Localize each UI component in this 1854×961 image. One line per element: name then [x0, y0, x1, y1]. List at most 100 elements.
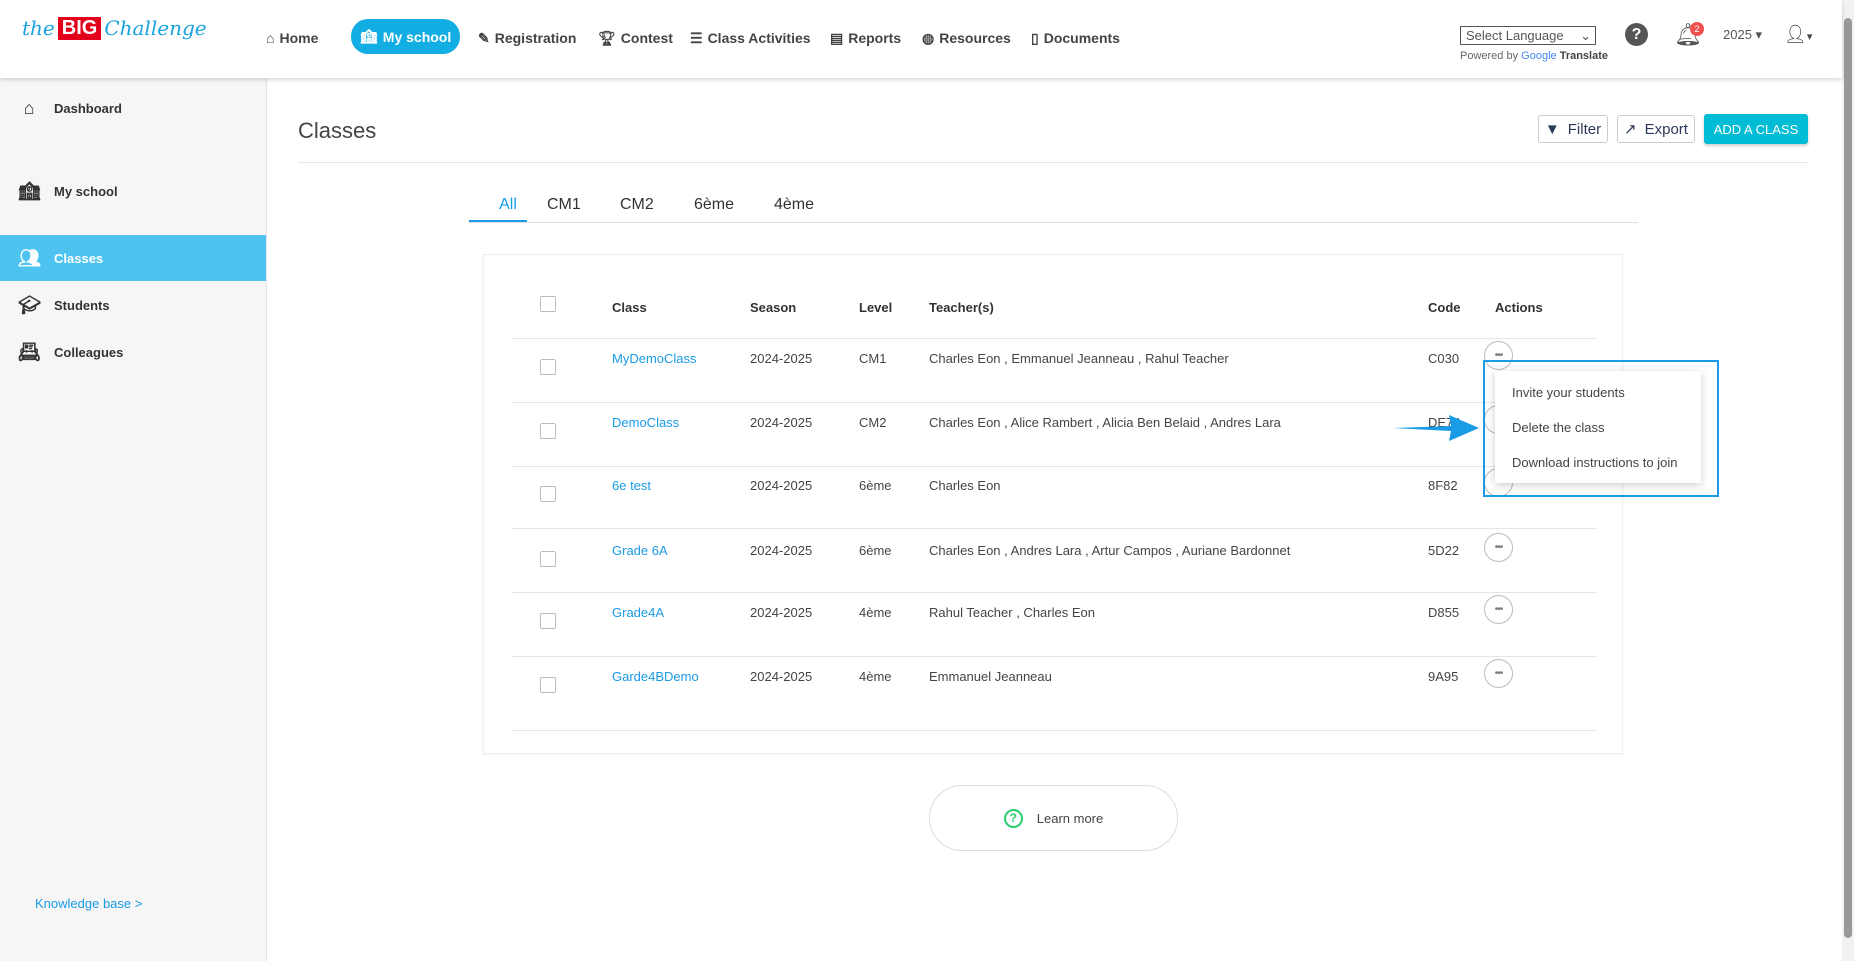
edit-icon: ✎: [478, 29, 490, 46]
level-cell: CM1: [859, 351, 887, 366]
arrow-annotation-icon: [1393, 415, 1479, 441]
code-cell: C030: [1428, 351, 1460, 366]
tab-all[interactable]: All: [488, 196, 528, 214]
row-divider: [511, 730, 1597, 731]
level-cell: CM2: [859, 415, 887, 430]
nav-my-school[interactable]: 🏫︎ My school: [351, 19, 461, 54]
row-divider: [511, 592, 1597, 593]
class-link[interactable]: 6e test: [612, 478, 651, 493]
row-checkbox[interactable]: [540, 423, 556, 439]
globe-icon: ◍: [922, 29, 935, 46]
sidebar: ⌂ Dashboard 🏫︎ My school 👥︎ Classes 🎓︎ Stude…: [0, 78, 267, 961]
tab-cm2[interactable]: CM2: [620, 196, 654, 214]
row-divider: [511, 402, 1597, 403]
season-cell: 2024-2025: [750, 605, 813, 620]
teachers-cell: Emmanuel Jeanneau: [929, 669, 1052, 684]
sidebar-item-colleagues[interactable]: 📇︎ Colleagues: [0, 329, 266, 375]
list-icon: ☰: [690, 29, 703, 46]
knowledge-base-link[interactable]: Knowledge base >: [35, 896, 142, 911]
school-icon: 🏫︎: [18, 180, 41, 201]
teachers-cell: Charles Eon: [929, 478, 1001, 493]
actions-button[interactable]: •••: [1484, 533, 1513, 562]
sidebar-item-dashboard[interactable]: ⌂ Dashboard: [0, 85, 266, 131]
home-icon: ⌂: [23, 97, 35, 118]
class-link[interactable]: Grade4A: [612, 605, 664, 620]
row-divider: [511, 528, 1597, 529]
menu-invite-students[interactable]: Invite your students: [1512, 385, 1625, 400]
season-cell: 2024-2025: [750, 543, 813, 558]
col-teachers: Teacher(s): [929, 300, 994, 315]
level-cell: 6ème: [859, 478, 892, 493]
row-divider: [511, 466, 1597, 467]
scrollbar-thumb[interactable]: [1844, 18, 1852, 938]
sidebar-item-students[interactable]: 🎓︎ Students: [0, 282, 266, 328]
scrollbar[interactable]: [1842, 0, 1854, 961]
year-dropdown[interactable]: 2025 ▾: [1723, 27, 1762, 43]
export-button[interactable]: ↗ Export: [1617, 115, 1695, 143]
add-class-button[interactable]: ADD A CLASS: [1704, 114, 1808, 144]
help-icon[interactable]: ?: [1625, 23, 1648, 46]
row-checkbox[interactable]: [540, 613, 556, 629]
actions-menu: Invite your students Delete the class Do…: [1495, 371, 1701, 483]
season-cell: 2024-2025: [750, 669, 813, 684]
nav-home[interactable]: ⌂ Home: [266, 22, 318, 54]
row-checkbox[interactable]: [540, 551, 556, 567]
menu-delete-class[interactable]: Delete the class: [1512, 420, 1605, 435]
teachers-cell: Charles Eon , Alice Rambert , Alicia Ben…: [929, 415, 1281, 430]
actions-button[interactable]: •••: [1484, 595, 1513, 624]
class-link[interactable]: Grade 6A: [612, 543, 668, 558]
powered-by: Powered by Google Translate: [1460, 50, 1609, 62]
code-cell: D855: [1428, 605, 1460, 620]
notification-badge: 2: [1690, 22, 1704, 36]
actions-button[interactable]: •••: [1484, 659, 1513, 688]
tab-4eme[interactable]: 4ème: [774, 196, 814, 214]
tabs-divider: [469, 222, 1638, 223]
nav-class-activities[interactable]: ☰ Class Activities: [690, 22, 811, 54]
code-cell: 8F82: [1428, 478, 1458, 493]
row-checkbox[interactable]: [540, 359, 556, 375]
file-icon: ▤: [830, 29, 844, 46]
nav-registration[interactable]: ✎ Registration: [478, 22, 576, 54]
season-cell: 2024-2025: [750, 415, 813, 430]
row-checkbox[interactable]: [540, 486, 556, 502]
graduate-icon: 🎓︎: [18, 294, 41, 315]
user-icon: 👤︎: [1784, 24, 1807, 44]
divider: [298, 162, 1807, 163]
logo[interactable]: the BIG Challenge: [22, 16, 207, 40]
language-select[interactable]: Select Language ⌄: [1460, 26, 1596, 45]
class-link[interactable]: MyDemoClass: [612, 351, 697, 366]
trophy-icon: 🏆︎: [598, 29, 616, 46]
home-icon: ⌂: [266, 30, 275, 46]
users-icon: 👥︎: [18, 247, 41, 268]
learn-more-button[interactable]: ? Learn more: [929, 785, 1178, 851]
row-checkbox[interactable]: [540, 677, 556, 693]
select-all-checkbox[interactable]: [540, 296, 556, 312]
level-cell: 4ème: [859, 605, 892, 620]
sidebar-item-classes[interactable]: 👥︎ Classes: [0, 235, 266, 281]
col-level: Level: [859, 300, 893, 315]
sidebar-item-my-school[interactable]: 🏫︎ My school: [0, 168, 266, 214]
col-code: Code: [1428, 300, 1461, 315]
teachers-cell: Rahul Teacher , Charles Eon: [929, 605, 1095, 620]
class-link[interactable]: DemoClass: [612, 415, 679, 430]
contact-book-icon: 📇︎: [18, 341, 41, 362]
filter-button[interactable]: ▼ Filter: [1538, 115, 1608, 143]
top-header: the BIG Challenge ⌂ Home 🏫︎ My school ✎ Regis…: [0, 0, 1842, 78]
nav-resources[interactable]: ◍ Resources: [922, 22, 1011, 54]
code-cell: 9A95: [1428, 669, 1459, 684]
user-menu[interactable]: 👤︎▾: [1784, 24, 1812, 45]
level-cell: 6ème: [859, 543, 892, 558]
col-season: Season: [750, 300, 797, 315]
page-title: Classes: [298, 118, 377, 143]
nav-contest[interactable]: 🏆︎ Contest: [598, 22, 673, 54]
menu-download-instructions[interactable]: Download instructions to join: [1512, 455, 1677, 470]
tab-6eme[interactable]: 6ème: [694, 196, 734, 214]
question-circle-icon: ?: [1003, 808, 1023, 828]
nav-reports[interactable]: ▤ Reports: [830, 22, 901, 54]
nav-documents[interactable]: ▯ Documents: [1031, 22, 1120, 54]
class-link[interactable]: Garde4BDemo: [612, 669, 699, 684]
tab-cm1[interactable]: CM1: [547, 196, 581, 214]
export-icon: ↗: [1624, 121, 1637, 138]
season-cell: 2024-2025: [750, 478, 813, 493]
col-class: Class: [612, 300, 647, 315]
